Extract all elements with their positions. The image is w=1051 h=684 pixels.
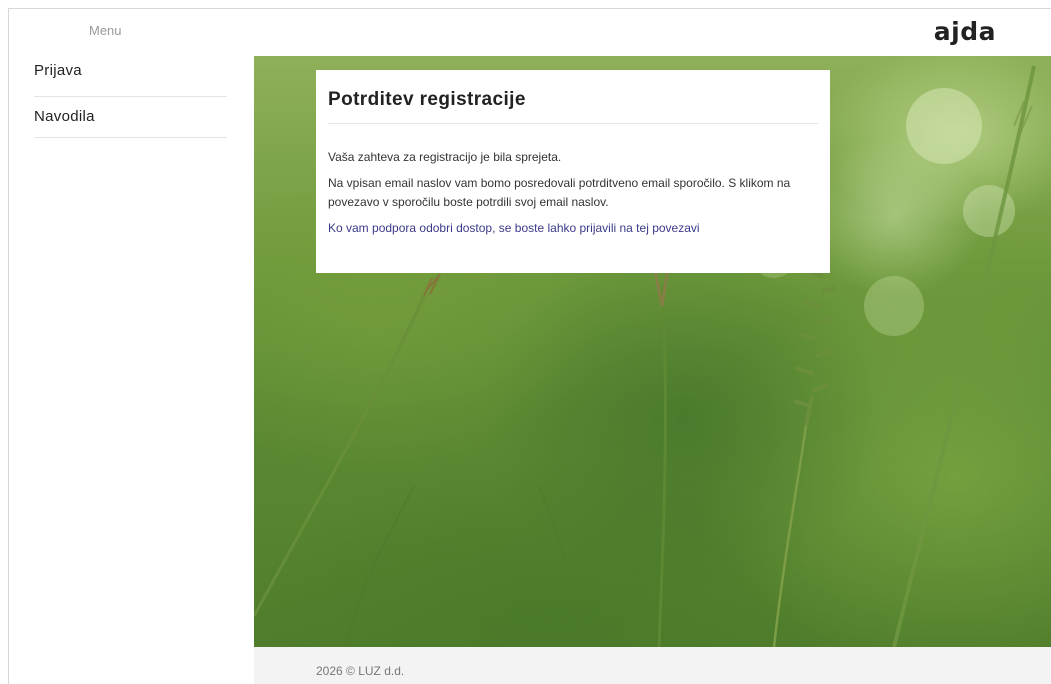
menu-toggle-button[interactable]: Menu: [89, 23, 122, 38]
registration-confirmation-card: Potrditev registracije Vaša zahteva za r…: [316, 70, 830, 273]
brand-logo[interactable]: ajda: [934, 17, 996, 46]
app-frame: Menu ajda Prijava Navodila Potrditev reg…: [8, 8, 1051, 684]
sidebar-nav: Prijava Navodila: [9, 56, 254, 684]
top-header: Menu ajda: [9, 9, 1051, 56]
sidebar-item-prijava[interactable]: Prijava: [34, 56, 227, 97]
copyright-text: 2026 © LUZ d.d.: [316, 664, 405, 678]
sidebar-item-navodila[interactable]: Navodila: [34, 97, 227, 138]
page-footer: 2026 © LUZ d.d.: [254, 647, 1051, 684]
login-link[interactable]: Ko vam podpora odobri dostop, se boste l…: [328, 219, 818, 238]
card-title: Potrditev registracije: [328, 70, 818, 124]
email-instructions: Na vpisan email naslov vam bomo posredov…: [328, 176, 791, 209]
confirmation-message: Vaša zahteva za registracijo je bila spr…: [328, 150, 562, 164]
